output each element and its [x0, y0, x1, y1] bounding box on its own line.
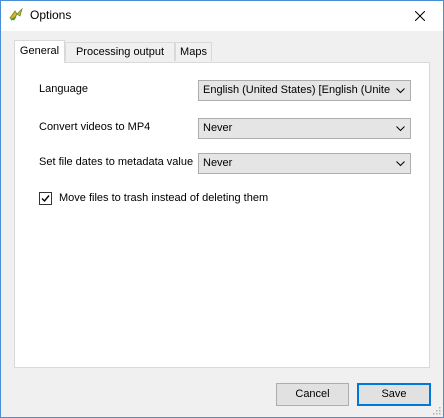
tab-general[interactable]: General [14, 40, 65, 63]
window-title: Options [30, 8, 72, 22]
resize-grip-icon[interactable] [431, 405, 441, 415]
app-logo-icon [8, 7, 24, 23]
file-dates-value: Never [203, 157, 233, 169]
language-label: Language [39, 83, 88, 95]
save-button[interactable]: Save [357, 383, 431, 406]
chevron-down-icon [396, 126, 405, 132]
tab-processing-output[interactable]: Processing output [65, 42, 175, 61]
tab-maps[interactable]: Maps [175, 42, 212, 61]
cancel-button[interactable]: Cancel [276, 383, 349, 406]
trash-checkbox[interactable] [39, 192, 52, 205]
title-bar[interactable]: Options [1, 1, 443, 31]
convert-videos-label: Convert videos to MP4 [39, 121, 151, 133]
checkmark-icon [41, 195, 50, 203]
close-button[interactable] [397, 1, 443, 31]
options-dialog: Options General Processing output Maps L… [0, 0, 444, 418]
language-value: English (United States) [English (United… [203, 84, 390, 96]
chevron-down-icon [396, 88, 405, 94]
file-dates-dropdown[interactable]: Never [198, 153, 411, 174]
chevron-down-icon [396, 161, 405, 167]
convert-videos-value: Never [203, 122, 233, 134]
general-tab-panel: Language English (United States) [Englis… [14, 62, 430, 368]
close-icon [415, 11, 425, 21]
trash-checkbox-label: Move files to trash instead of deleting … [59, 192, 269, 204]
convert-videos-dropdown[interactable]: Never [198, 118, 411, 139]
file-dates-label: Set file dates to metadata value [39, 156, 194, 168]
language-dropdown[interactable]: English (United States) [English (United… [198, 80, 411, 101]
